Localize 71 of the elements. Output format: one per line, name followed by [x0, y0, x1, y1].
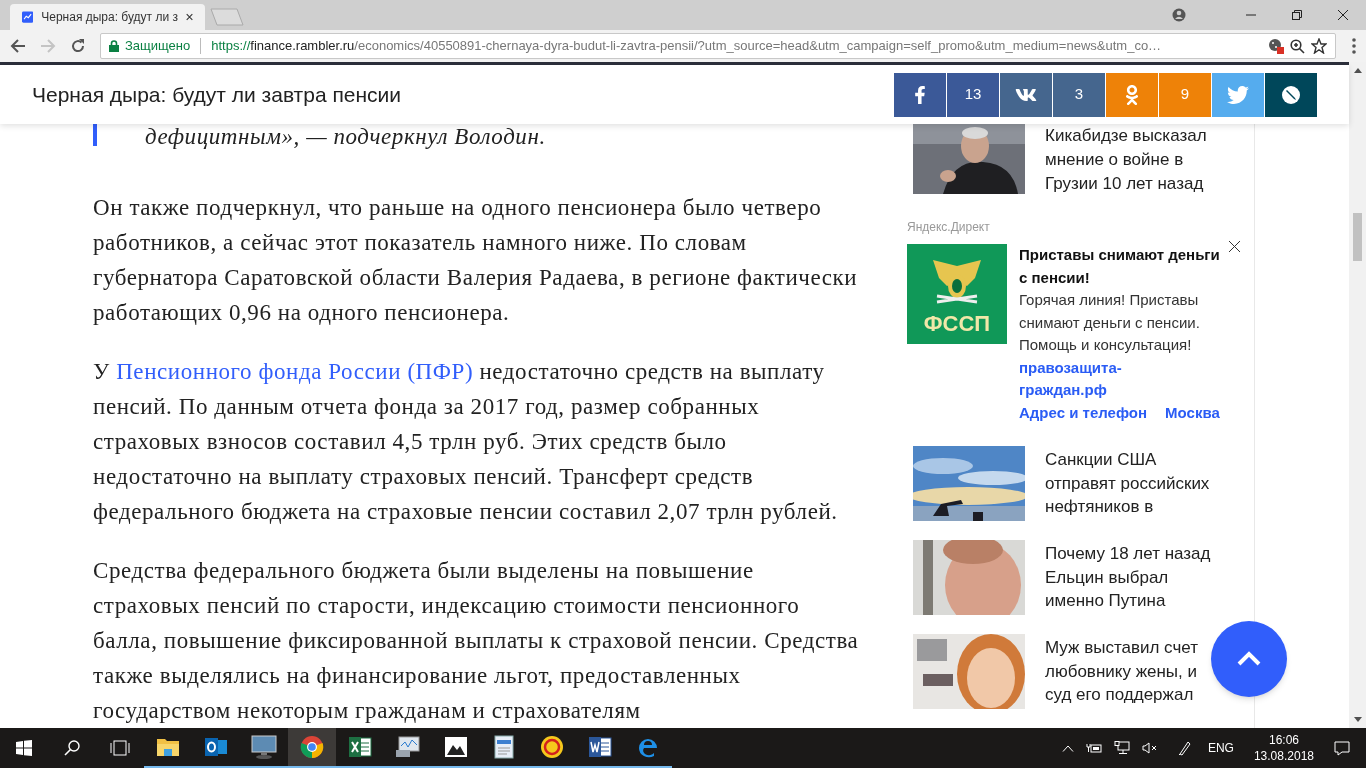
ad-label: Яндекс.Директ: [907, 220, 990, 234]
clock-date: 13.08.2018: [1253, 748, 1314, 764]
share-button[interactable]: [1000, 72, 1052, 117]
zoom-icon[interactable]: [1290, 38, 1305, 54]
image-icon: [444, 736, 468, 758]
maximize-icon[interactable]: [1292, 10, 1302, 20]
chevron-up-icon[interactable]: [1061, 744, 1074, 752]
article-link[interactable]: Пенсионного фонда России (ПФР): [116, 359, 474, 384]
close-icon[interactable]: [1338, 10, 1348, 20]
city-link[interactable]: Москва: [1165, 401, 1220, 424]
monitor-icon: [251, 735, 277, 759]
lock-icon: [109, 40, 119, 52]
ad-link[interactable]: правозащита-граждан.рф: [1019, 356, 1159, 402]
share-count[interactable]: 3: [1053, 72, 1105, 117]
article-paragraph: Средства федерального бюджета были выделены на повышение страховых пенсий по старости, индексацию стоимости пенсионного балла, повышение фиксированной выплаты к страховой пенсии. Средства также выделялись на финансирование льгот, предоставленных государством некоторым гражданам и страхователям: [93, 557, 860, 725]
quote-text: дефицитным», — подчеркнул Володин.: [144, 124, 546, 150]
browser-tab[interactable]: Черная дыра: будут ли з: [10, 4, 205, 30]
twitter-icon: [1227, 83, 1249, 106]
pencil-circle-icon: [1281, 84, 1301, 105]
taskbar-app[interactable]: [288, 728, 336, 768]
cookie-blocked-icon[interactable]: [1268, 38, 1284, 54]
close-icon[interactable]: [185, 12, 193, 22]
spreadsheet-icon: [348, 736, 372, 758]
network-icon[interactable]: [1113, 741, 1130, 755]
share-button[interactable]: [894, 72, 946, 117]
news-title: Кикабидзе высказал мнение о войне в Грузии 10 лет назад: [1045, 125, 1208, 195]
scroll-to-top-button[interactable]: [1211, 621, 1287, 697]
windows-icon: [16, 740, 32, 756]
scroll-up-icon[interactable]: [1353, 68, 1362, 73]
scrollbar[interactable]: [1349, 62, 1366, 728]
speaker-muted-icon[interactable]: [1141, 742, 1158, 754]
task-view-icon: [110, 740, 130, 756]
tab-title: Черная дыра: будут ли з: [41, 9, 178, 26]
contacts-link[interactable]: Адрес и телефон: [1019, 401, 1148, 424]
clock-time: 16:06: [1268, 732, 1299, 748]
url-text: https://finance.rambler.ru/economics/40550891-chernaya-dyra-budut-li-zavtra-pensii/?utm_source=head&utm_campaign=self_promo&utm_medium=news&utm_co…: [211, 37, 1163, 56]
document-icon: [493, 735, 515, 759]
battery-plug-icon[interactable]: [1085, 742, 1102, 754]
chevron-up-icon: [1236, 651, 1262, 667]
document-icon: [588, 736, 612, 758]
news-title: Санкции США отправят российских нефтяников в: [1045, 449, 1211, 518]
coin-icon: [540, 735, 564, 759]
chrome-icon: [300, 735, 324, 759]
search-icon: [64, 740, 80, 756]
address-bar[interactable]: Защищено https://finance.rambler.ru/economics/40550891-chernaya-dyra-budut-li-zavtra-pensii/?utm_source=head&utm_campaign=self_promo&utm_medium=news&utm_co…: [100, 33, 1336, 59]
ad-text: Горячая линия! Приставы снимают деньги с пенсии. Помощь и консультация!: [1019, 290, 1201, 355]
article-paragraph: У Пенсионного фонда России (ПФР) недостаточно средств на выплату пенсий. По данным отчета фонда за 2017 год, размер собранных страховых взносов составил 4,5 трлн руб. Этих средств было недостаточно на выплату страховых пенсий. Трансферт средств федерального бюджета на страховые пенсии составил 2,07 трлн рублей.: [93, 358, 839, 526]
page-title: Черная дыра: будут ли завтра пенсии: [32, 81, 402, 108]
menu-icon[interactable]: [1352, 38, 1356, 54]
back-icon[interactable]: [10, 38, 26, 54]
logo-text: ФССП: [923, 312, 991, 336]
clock[interactable]: 16:06 13.08.2018: [1245, 732, 1322, 764]
chart-monitor-icon: [395, 736, 421, 758]
share-count[interactable]: 13: [947, 72, 999, 117]
ad-title[interactable]: Приставы снимают деньги с пенсии!: [1019, 244, 1231, 289]
news-title: Почему 18 лет назад Ельцин выбрал именно Путина: [1045, 543, 1212, 612]
folder-icon: [156, 737, 180, 757]
star-icon[interactable]: [1311, 38, 1327, 54]
account-icon[interactable]: [1172, 8, 1186, 22]
reload-icon[interactable]: [70, 38, 86, 54]
scroll-down-icon[interactable]: [1353, 717, 1362, 722]
close-icon[interactable]: [1229, 241, 1240, 252]
secure-label: Защищено: [125, 37, 191, 56]
article-paragraph: Он также подчеркнул, что раньше на одного пенсионера было четверо работников, а сейчас этот показатель намного ниже. По словам губернатора Саратовской области Валерия Радаева, в регионе фактически работающих 0,96 на одного пенсионера.: [93, 194, 859, 327]
chart-icon: [22, 9, 34, 25]
language-indicator[interactable]: ENG: [1207, 739, 1234, 757]
mail-icon: [204, 736, 228, 758]
notification-icon[interactable]: [1334, 740, 1350, 756]
share-button[interactable]: [1265, 72, 1317, 117]
news-title: Муж выставил счет любовнику жены, и суд его поддержал: [1045, 637, 1199, 706]
scrollbar-thumb[interactable]: [1353, 213, 1362, 261]
